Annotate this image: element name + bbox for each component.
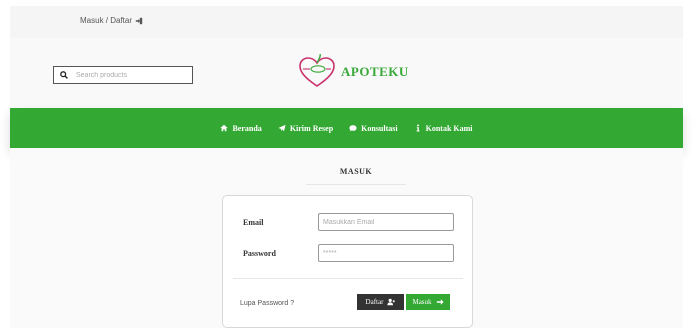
search-input[interactable] — [76, 71, 176, 79]
register-button[interactable]: Daftar — [357, 294, 404, 310]
user-plus-icon — [387, 298, 396, 306]
home-icon — [220, 124, 229, 132]
login-register-link[interactable]: Masuk / Daftar — [80, 16, 143, 25]
password-field[interactable] — [318, 244, 454, 262]
password-row: Password — [243, 244, 454, 262]
site-header: APOTEKU — [10, 38, 683, 108]
login-register-label[interactable]: Masuk / Daftar — [80, 16, 132, 25]
nav-item-kontak-kami[interactable]: Kontak Kami — [414, 124, 473, 133]
email-row: Email — [243, 213, 454, 231]
nav-item-label: Beranda — [232, 123, 262, 133]
main-navigation: Beranda Kirim Resep Konsultasi Kontak Ka… — [10, 108, 683, 148]
login-button-label: Masuk — [412, 298, 432, 306]
nav-item-label: Kirim Resep — [289, 123, 334, 133]
brand-logo[interactable]: APOTEKU — [297, 54, 409, 90]
register-button-label: Daftar — [365, 298, 384, 306]
email-label: Email — [243, 217, 264, 227]
paper-plane-icon — [278, 124, 286, 132]
nav-item-label: Kontak Kami — [425, 123, 473, 133]
page-title-wrap: MASUK — [306, 161, 406, 185]
search-icon — [60, 71, 68, 79]
info-icon — [416, 124, 420, 132]
search-box[interactable] — [53, 66, 193, 84]
nav-item-beranda[interactable]: Beranda — [220, 123, 262, 133]
form-divider — [233, 278, 463, 279]
brand-name: APOTEKU — [341, 64, 409, 79]
heart-logo-icon — [299, 54, 335, 87]
login-form-card: Email Password Lupa Password ? Daftar Ma… — [222, 195, 473, 328]
password-label: Password — [243, 248, 276, 258]
nav-item-label: Konsultasi — [361, 123, 398, 133]
email-field[interactable] — [318, 213, 454, 231]
nav-item-kirim-resep[interactable]: Kirim Resep — [278, 124, 333, 133]
sign-in-icon — [135, 17, 143, 24]
top-bar: Masuk / Daftar — [10, 6, 683, 38]
main-content: MASUK Email Password Lupa Password ? Daf… — [10, 148, 683, 328]
forgot-password-link[interactable]: Lupa Password ? — [240, 300, 294, 307]
nav-item-konsultasi[interactable]: Konsultasi — [349, 123, 398, 133]
login-button[interactable]: Masuk — [406, 294, 450, 310]
page-title: MASUK — [339, 167, 373, 176]
arrow-right-icon — [436, 299, 444, 305]
comment-icon — [349, 125, 357, 132]
